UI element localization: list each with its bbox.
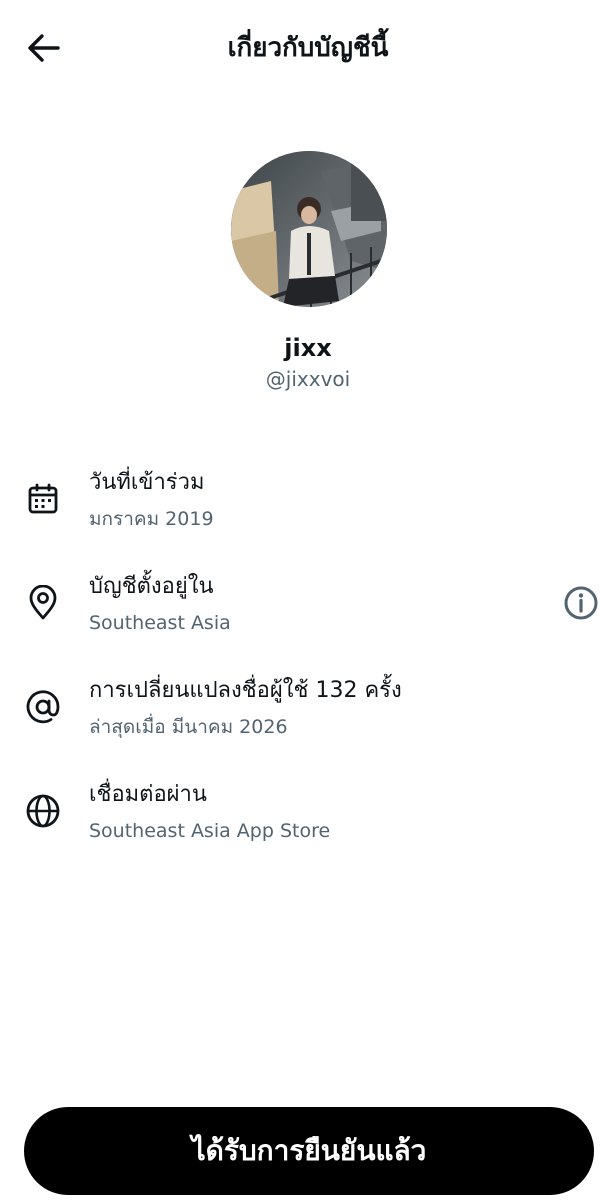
info-icon	[564, 586, 598, 620]
page-title: เกี่ยวกับบัญชีนี้	[227, 33, 389, 63]
connected-via-row: เชื่อมต่อผ่าน Southeast Asia App Store	[0, 774, 616, 864]
globe-icon	[22, 790, 64, 832]
location-pin-icon	[22, 582, 64, 624]
calendar-icon	[22, 478, 64, 520]
account-location-value: Southeast Asia	[89, 612, 231, 634]
join-date-label: วันที่เข้าร่วม	[89, 470, 205, 495]
username-changes-label: การเปลี่ยนแปลงชื่อผู้ใช้ 132 ครั้ง	[89, 678, 402, 703]
connected-via-value: Southeast Asia App Store	[89, 820, 331, 842]
account-location-row: บัญชีตั้งอยู่ใน Southeast Asia	[0, 566, 616, 656]
username-changes-row: การเปลี่ยนแปลงชื่อผู้ใช้ 132 ครั้ง ล่าสุ…	[0, 670, 616, 760]
verified-button[interactable]: ได้รับการยืนยันแล้ว	[24, 1107, 594, 1195]
username-handle: @jixxvoi	[265, 367, 351, 391]
display-name: jixx	[284, 334, 332, 362]
join-date-value: มกราคม 2019	[89, 508, 214, 530]
avatar[interactable]	[231, 151, 387, 307]
about-account-screen: เกี่ยวกับบัญชีนี้ jixx @jixxvoi วันที่เข…	[0, 0, 616, 1200]
username-changes-last: ล่าสุดเมื่อ มีนาคม 2026	[89, 716, 288, 738]
header: เกี่ยวกับบัญชีนี้	[0, 0, 616, 100]
connected-via-label: เชื่อมต่อผ่าน	[89, 782, 207, 807]
info-button[interactable]	[558, 580, 604, 626]
at-sign-icon	[22, 686, 64, 728]
join-date-row: วันที่เข้าร่วม มกราคม 2019	[0, 462, 616, 552]
profile-photo	[231, 151, 387, 307]
account-location-label: บัญชีตั้งอยู่ใน	[89, 574, 214, 599]
